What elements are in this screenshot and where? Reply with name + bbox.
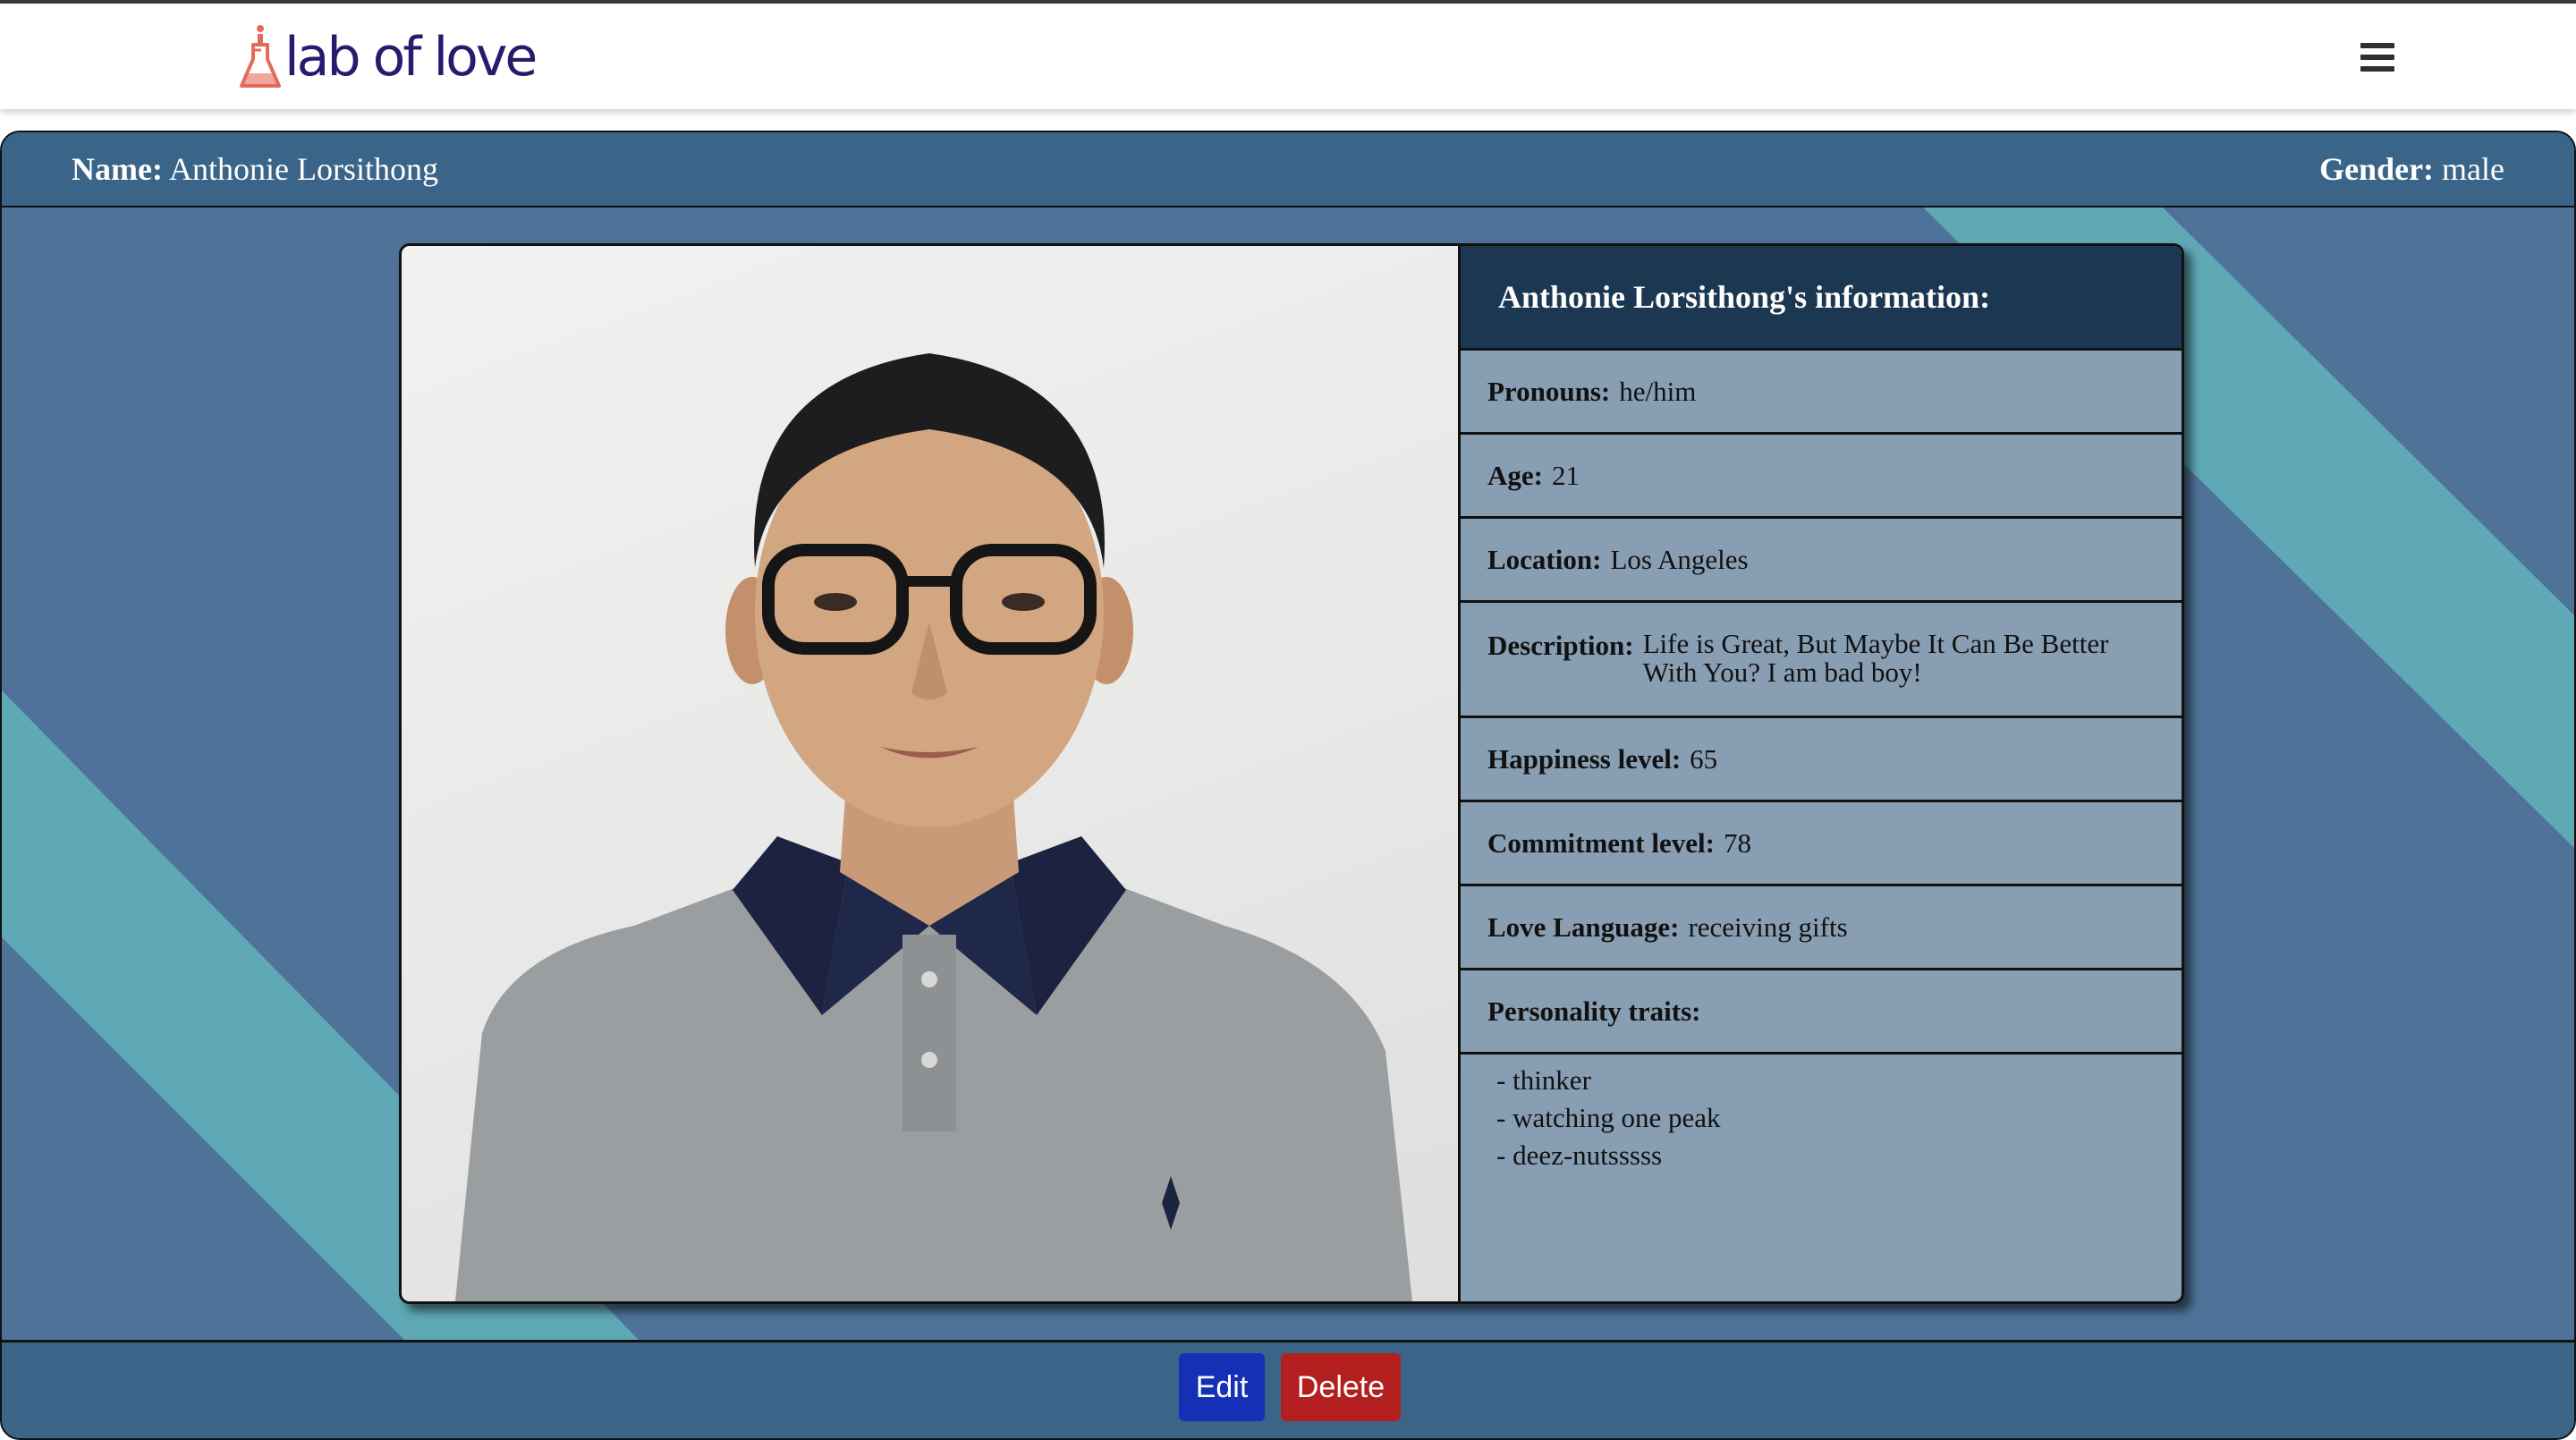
age-value: 21 <box>1551 459 1580 491</box>
name-value: Anthonie Lorsithong <box>168 151 438 187</box>
edit-button[interactable]: Edit <box>1179 1353 1265 1421</box>
love-language-label: Love Language: <box>1487 911 1680 943</box>
personality-traits-list: thinker watching one peak deez-nutsssss <box>1461 1055 2182 1174</box>
gender-value: male <box>2442 151 2504 187</box>
detail-row-location: Location: Los Angeles <box>1461 519 2182 603</box>
detail-row-pronouns: Pronouns: he/him <box>1461 351 2182 435</box>
gender-label: Gender: <box>2319 151 2435 187</box>
profile-card: Anthonie Lorsithong's information: Prono… <box>399 243 2184 1304</box>
logo-text: lab of love <box>284 26 538 89</box>
pronouns-label: Pronouns: <box>1487 375 1611 407</box>
flask-icon <box>240 25 281 88</box>
detail-row-description: Description: Life is Great, But Maybe It… <box>1461 603 2182 718</box>
age-label: Age: <box>1487 459 1543 491</box>
love-language-value: receiving gifts <box>1688 911 1848 943</box>
trait-item: deez-nutsssss <box>1496 1137 2182 1174</box>
trait-item: watching one peak <box>1496 1099 2182 1137</box>
detail-row-happiness: Happiness level: 65 <box>1461 718 2182 802</box>
happiness-value: 65 <box>1690 742 1718 775</box>
detail-row-age: Age: 21 <box>1461 435 2182 519</box>
hamburger-icon-bar <box>2360 55 2394 60</box>
pronouns-value: he/him <box>1619 375 1697 407</box>
person-portrait-image <box>455 353 1412 1301</box>
logo[interactable]: lab of love <box>240 23 538 91</box>
detail-row-personality: Personality traits: <box>1461 970 2182 1055</box>
delete-button[interactable]: Delete <box>1281 1353 1401 1421</box>
profile-photo <box>402 246 1461 1301</box>
detail-row-love-language: Love Language: receiving gifts <box>1461 886 2182 970</box>
details-heading: Anthonie Lorsithong's information: <box>1461 246 2182 351</box>
hamburger-icon-bar <box>2360 43 2394 48</box>
name-label: Name: <box>72 151 163 187</box>
description-value: Life is Great, But Maybe It Can Be Bette… <box>1642 628 2109 688</box>
profile-info-bar: Name: Anthonie Lorsithong Gender: male <box>2 132 2574 208</box>
description-label: Description: <box>1487 630 1634 661</box>
commitment-value: 78 <box>1723 826 1751 859</box>
location-value: Los Angeles <box>1610 543 1749 575</box>
detail-row-commitment: Commitment level: 78 <box>1461 802 2182 886</box>
personality-label: Personality traits: <box>1487 995 1701 1027</box>
hamburger-icon-bar <box>2360 66 2394 72</box>
location-label: Location: <box>1487 543 1602 575</box>
commitment-label: Commitment level: <box>1487 826 1715 859</box>
trait-item: thinker <box>1496 1062 2182 1099</box>
profile-page: Name: Anthonie Lorsithong Gender: male A… <box>0 131 2576 1440</box>
profile-details-panel: Anthonie Lorsithong's information: Prono… <box>1461 246 2182 1301</box>
profile-name: Name: Anthonie Lorsithong <box>72 150 438 188</box>
profile-gender: Gender: male <box>2319 150 2504 188</box>
happiness-label: Happiness level: <box>1487 742 1682 775</box>
hamburger-menu-button[interactable] <box>2358 43 2397 79</box>
action-bar: Edit Delete <box>2 1340 2574 1438</box>
top-navbar: lab of love <box>0 4 2576 109</box>
